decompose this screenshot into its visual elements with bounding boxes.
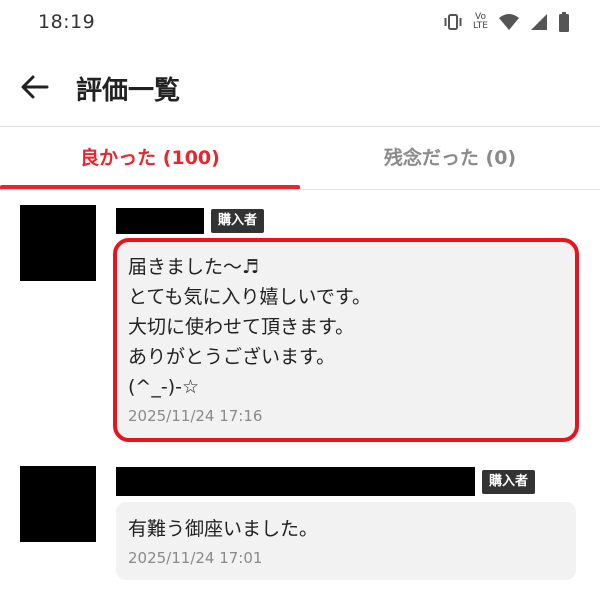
tab-good[interactable]: 良かった (100) (0, 127, 300, 189)
comment-line: 大切に使わせて頂きます。 (128, 316, 355, 338)
comment-line: とても気に入り嬉しいです。 (128, 286, 372, 308)
vibrate-icon (443, 13, 463, 31)
comment-date: 2025/11/24 17:16 (128, 407, 263, 425)
comment-line: 有難う御座いました。 (128, 518, 319, 540)
arrow-left-icon (18, 75, 52, 106)
buyer-badge: 購入者 (211, 209, 265, 233)
tab-bad[interactable]: 残念だった (0) (300, 127, 600, 189)
comment-date: 2025/11/24 17:01 (128, 549, 263, 567)
comment-bubble: 届きました〜♬ とても気に入り嬉しいです。 大切に使わせて頂きます。 ありがとう… (116, 242, 576, 438)
status-bar: 18:19 Vo LTE (0, 0, 600, 46)
back-button[interactable] (18, 72, 52, 102)
avatar[interactable] (20, 466, 96, 542)
buyer-badge: 購入者 (482, 470, 536, 494)
comment-bubble: 有難う御座いました。 2025/11/24 17:01 (116, 502, 576, 580)
app-bar: 評価一覧 (0, 46, 600, 127)
volte-icon: Vo LTE (473, 13, 488, 31)
battery-icon (558, 12, 570, 32)
wifi-icon (498, 13, 520, 31)
status-icons: Vo LTE (443, 11, 570, 33)
status-time: 18:19 (38, 11, 96, 33)
page-title: 評価一覧 (76, 76, 181, 106)
comment-line: (^_-)-☆ (128, 376, 199, 398)
volte-label-bottom: LTE (473, 21, 488, 31)
active-tab-indicator (0, 185, 300, 189)
comment-line: 届きました〜♬ (128, 256, 260, 278)
signal-icon (530, 13, 548, 31)
reviewer-name-redacted[interactable] (116, 208, 204, 234)
reviewer-name-redacted[interactable] (116, 467, 475, 496)
tab-bar: 良かった (100) 残念だった (0) (0, 127, 600, 190)
comment-line: ありがとうございます。 (128, 346, 336, 368)
avatar[interactable] (20, 205, 96, 281)
